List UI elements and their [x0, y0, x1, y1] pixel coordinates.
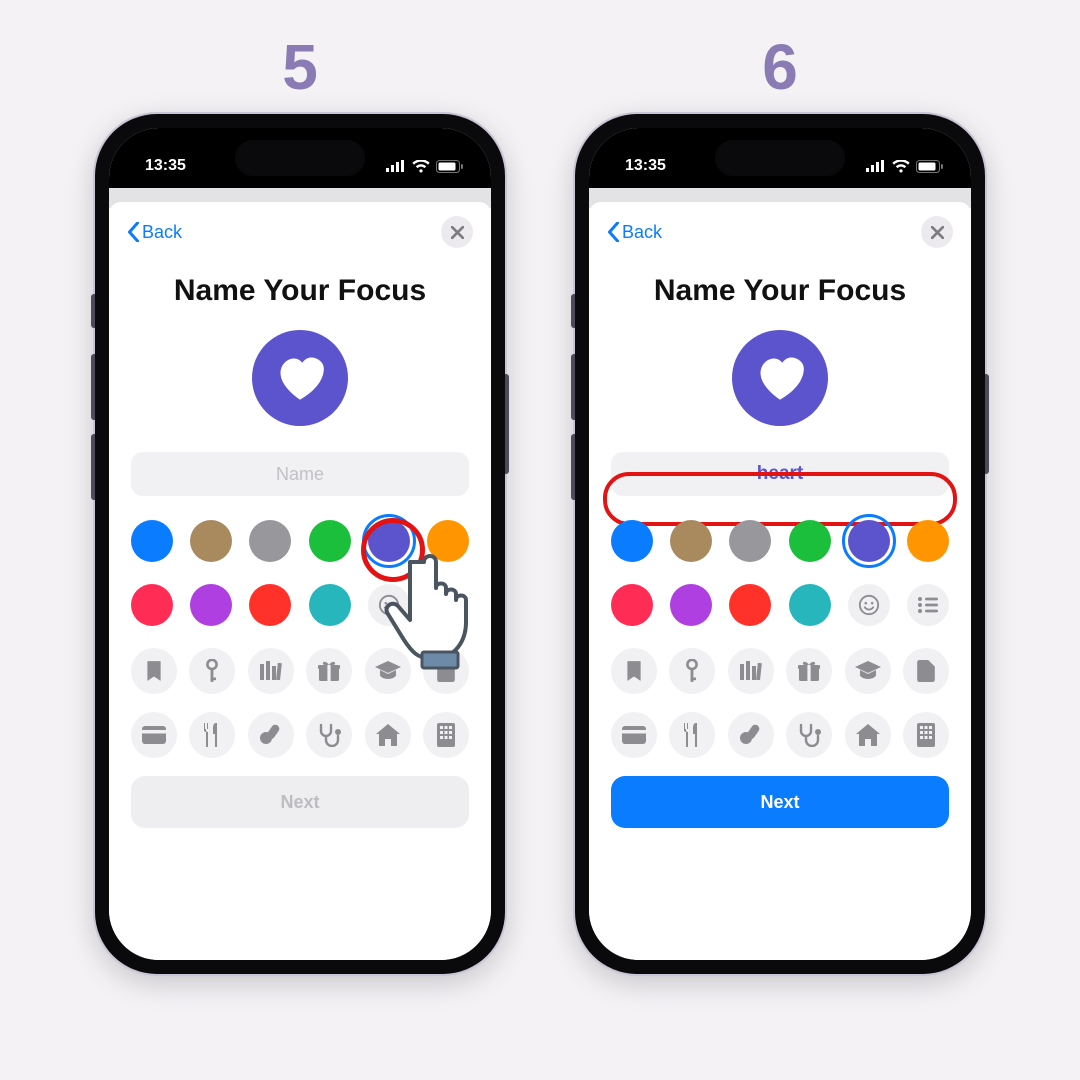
- color-red[interactable]: [249, 584, 291, 626]
- fork-knife-icon[interactable]: [189, 712, 235, 758]
- books-icon[interactable]: [248, 648, 294, 694]
- page-title: Name Your Focus: [607, 274, 953, 308]
- close-icon: [451, 226, 464, 239]
- color-teal[interactable]: [789, 584, 831, 626]
- grad-cap-icon[interactable]: [365, 648, 411, 694]
- heart-icon: [754, 354, 806, 402]
- status-time: 13:35: [145, 157, 186, 175]
- notch: [235, 140, 365, 176]
- annotation-rect: [603, 472, 957, 526]
- close-button[interactable]: [921, 216, 953, 248]
- color-orange[interactable]: [907, 520, 949, 562]
- color-red[interactable]: [729, 584, 771, 626]
- annotation-circle: [361, 518, 425, 582]
- step-number-6: 6: [762, 30, 798, 104]
- stethoscope-icon[interactable]: [306, 712, 352, 758]
- next-label: Next: [760, 792, 799, 813]
- credit-card-icon[interactable]: [611, 712, 657, 758]
- stethoscope-icon[interactable]: [786, 712, 832, 758]
- battery-icon: [916, 160, 943, 173]
- back-label: Back: [622, 222, 662, 243]
- chevron-left-icon: [607, 222, 620, 242]
- bookmark-icon[interactable]: [131, 648, 177, 694]
- color-purple[interactable]: [190, 584, 232, 626]
- next-label: Next: [280, 792, 319, 813]
- close-icon: [931, 226, 944, 239]
- gift-icon[interactable]: [306, 648, 352, 694]
- wifi-icon: [892, 160, 910, 173]
- status-time: 13:35: [625, 157, 666, 175]
- back-button[interactable]: Back: [127, 222, 182, 243]
- next-button[interactable]: Next: [131, 776, 469, 828]
- chevron-left-icon: [127, 222, 140, 242]
- back-button[interactable]: Back: [607, 222, 662, 243]
- color-gray[interactable]: [249, 520, 291, 562]
- house-icon[interactable]: [365, 712, 411, 758]
- focus-name-input[interactable]: Name: [131, 452, 469, 496]
- wifi-icon: [412, 160, 430, 173]
- battery-icon: [436, 160, 463, 173]
- close-button[interactable]: [441, 216, 473, 248]
- color-purple[interactable]: [670, 584, 712, 626]
- color-pink[interactable]: [131, 584, 173, 626]
- document-icon[interactable]: [903, 648, 949, 694]
- color-teal[interactable]: [309, 584, 351, 626]
- focus-icon-preview: [732, 330, 828, 426]
- grad-cap-icon[interactable]: [845, 648, 891, 694]
- heart-icon: [274, 354, 326, 402]
- credit-card-icon[interactable]: [131, 712, 177, 758]
- key-icon[interactable]: [669, 648, 715, 694]
- back-label: Back: [142, 222, 182, 243]
- pills-icon[interactable]: [248, 712, 294, 758]
- color-brown[interactable]: [670, 520, 712, 562]
- color-gray[interactable]: [729, 520, 771, 562]
- notch: [715, 140, 845, 176]
- pills-icon[interactable]: [728, 712, 774, 758]
- color-row-1: [611, 520, 949, 562]
- next-button[interactable]: Next: [611, 776, 949, 828]
- building-icon[interactable]: [423, 712, 469, 758]
- bookmark-icon[interactable]: [611, 648, 657, 694]
- cellular-icon: [386, 160, 406, 172]
- color-pink[interactable]: [611, 584, 653, 626]
- color-green[interactable]: [309, 520, 351, 562]
- color-blue[interactable]: [611, 520, 653, 562]
- gift-icon[interactable]: [786, 648, 832, 694]
- step-number-5: 5: [282, 30, 318, 104]
- color-orange[interactable]: [427, 520, 469, 562]
- focus-name-placeholder: Name: [276, 464, 324, 485]
- fork-knife-icon[interactable]: [669, 712, 715, 758]
- list-icon[interactable]: [907, 584, 949, 626]
- phone-frame-right: 13:35 Back: [575, 114, 985, 974]
- color-brown[interactable]: [190, 520, 232, 562]
- page-title: Name Your Focus: [127, 274, 473, 308]
- books-icon[interactable]: [728, 648, 774, 694]
- key-icon[interactable]: [189, 648, 235, 694]
- building-icon[interactable]: [903, 712, 949, 758]
- color-row-2: [611, 584, 949, 626]
- color-indigo[interactable]: [848, 520, 890, 562]
- smiley-icon[interactable]: [848, 584, 890, 626]
- color-blue[interactable]: [131, 520, 173, 562]
- document-icon[interactable]: [423, 648, 469, 694]
- color-row-2: [131, 584, 469, 626]
- cellular-icon: [866, 160, 886, 172]
- smiley-icon[interactable]: [368, 584, 410, 626]
- phone-frame-left: 13:35 Back: [95, 114, 505, 974]
- color-green[interactable]: [789, 520, 831, 562]
- house-icon[interactable]: [845, 712, 891, 758]
- focus-icon-preview: [252, 330, 348, 426]
